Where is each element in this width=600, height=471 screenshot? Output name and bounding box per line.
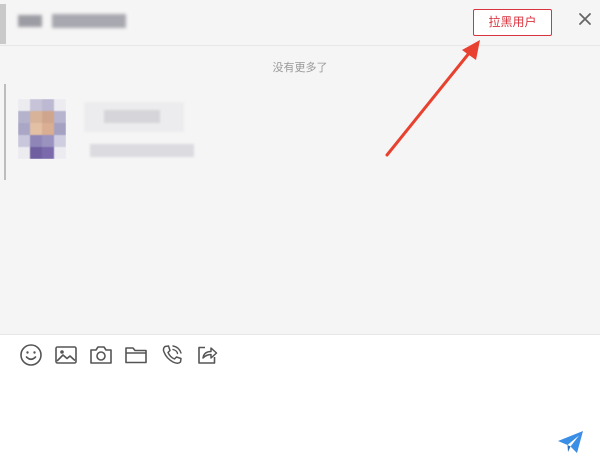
composer [0,372,600,471]
phone-call-icon[interactable] [159,342,185,368]
emoji-icon[interactable] [18,342,44,368]
share-icon[interactable] [194,342,220,368]
blurred-contact-name-part [18,15,42,27]
message-input[interactable] [16,376,546,464]
block-user-button[interactable]: 拉黑用户 [473,9,552,36]
composer-toolbar [0,336,600,372]
chat-header: 拉黑用户 [0,0,600,46]
blurred-contact-nickname [104,110,160,123]
conversation-indicator-bar [4,84,6,180]
blurred-contact-detail [90,144,194,157]
header-accent-bar [0,4,6,44]
image-icon[interactable] [53,342,79,368]
camera-icon[interactable] [88,342,114,368]
send-icon[interactable] [556,427,586,457]
folder-icon[interactable] [123,342,149,368]
message-list[interactable]: 没有更多了 [0,46,600,335]
blurred-contact-name [52,14,126,28]
no-more-messages-text: 没有更多了 [272,61,328,74]
avatar[interactable] [18,99,66,159]
chat-window: 拉黑用户 没有更多了 [0,0,600,471]
close-icon[interactable] [572,6,598,32]
